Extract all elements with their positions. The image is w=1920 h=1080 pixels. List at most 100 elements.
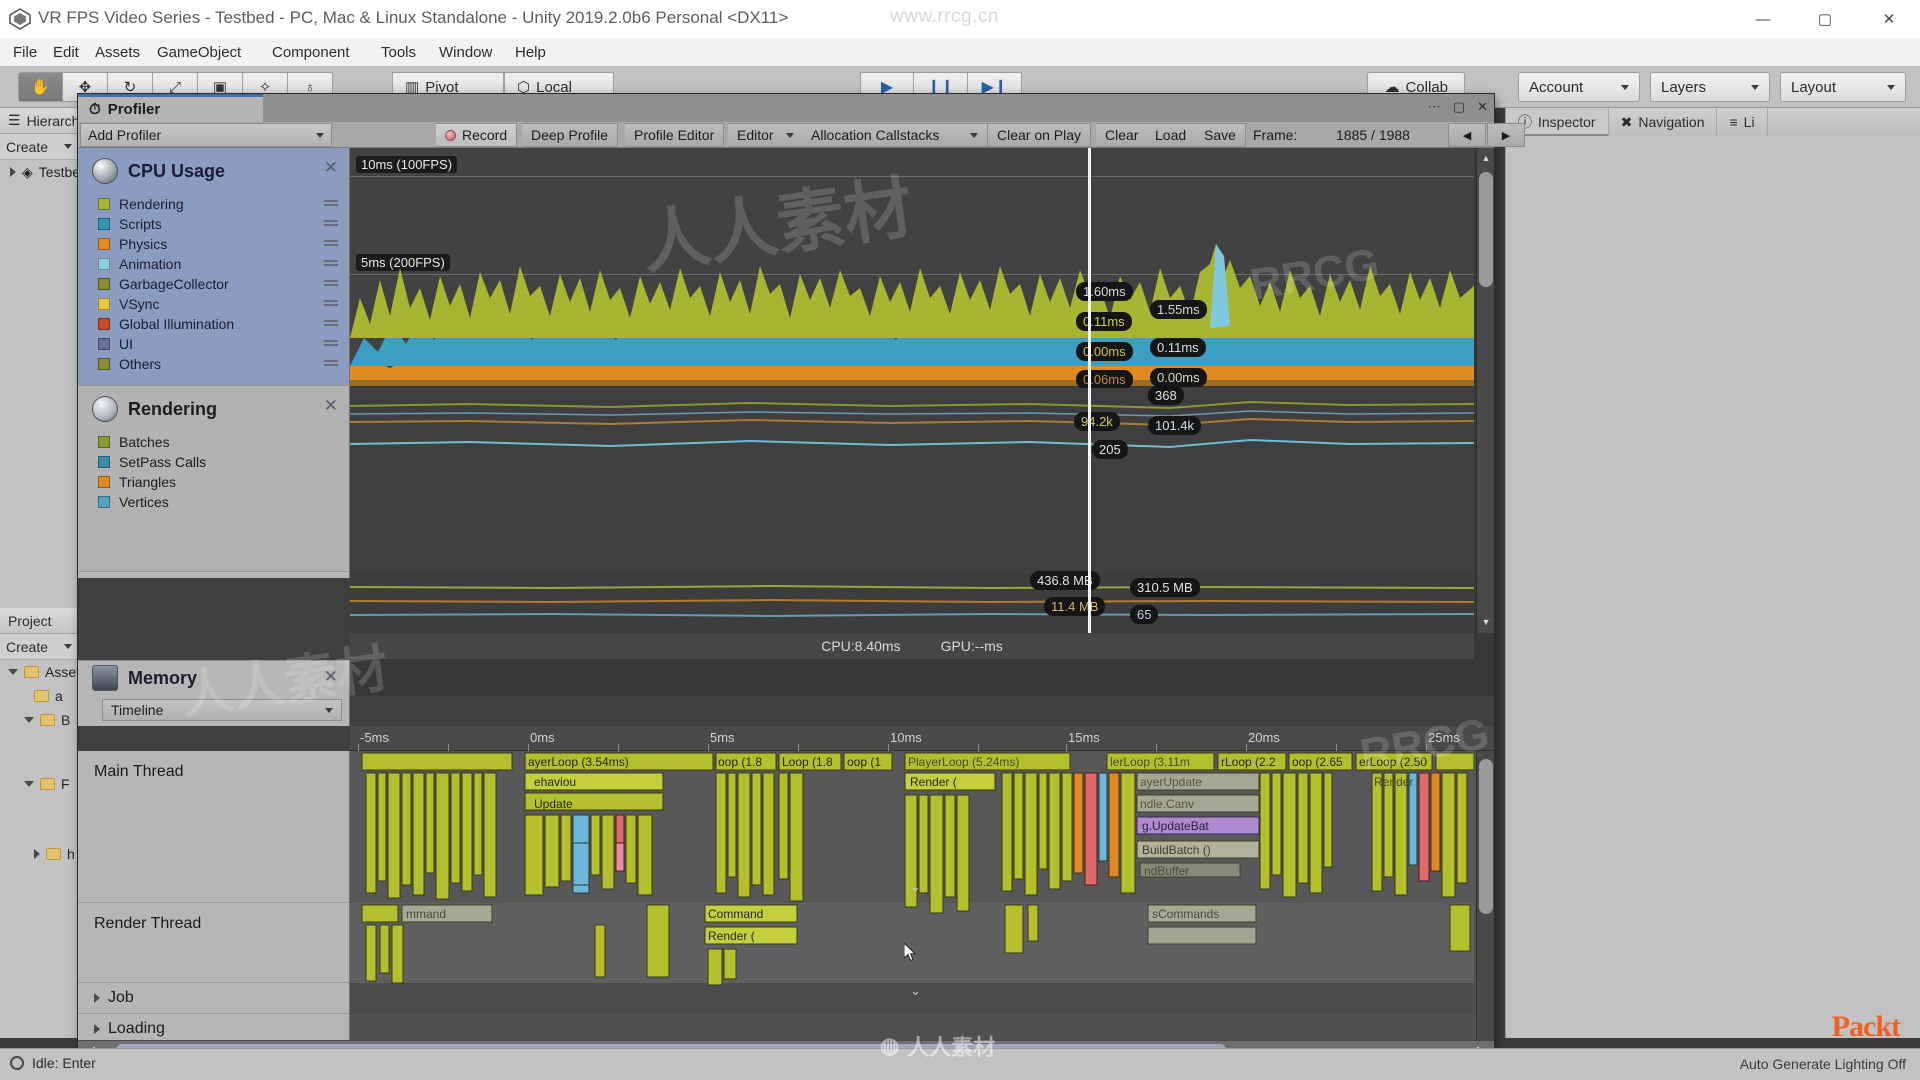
chevron-down-icon[interactable] (24, 717, 34, 723)
allocation-callstacks-dropdown[interactable]: Allocation Callstacks (802, 123, 988, 147)
menu-help[interactable]: Help (508, 42, 553, 63)
thread-label-render-thread[interactable]: Render Thread (78, 903, 349, 983)
chevron-right-icon[interactable] (94, 993, 100, 1003)
swatch-icon (98, 358, 110, 370)
module-memory-close-icon[interactable]: ✕ (324, 667, 338, 687)
module-rendering-close-icon[interactable]: ✕ (324, 396, 338, 416)
add-profiler-dropdown[interactable]: Add Profiler (80, 123, 332, 147)
drag-handle-icon[interactable] (324, 240, 338, 248)
hand-tool-button[interactable]: ✋ (18, 72, 63, 102)
module-memory[interactable]: Memory ✕ Timeline (78, 660, 350, 726)
module-rendering[interactable]: Rendering ✕ Batches SetPass Calls Triang… (78, 386, 349, 572)
scroll-up-icon[interactable]: ▲ (1480, 152, 1492, 164)
timeline-ruler[interactable]: -5ms 0ms 5ms 10ms 15ms 20ms 25ms (350, 726, 1494, 751)
swatch-icon (98, 298, 110, 310)
drag-handle-icon[interactable] (324, 300, 338, 308)
editor-dropdown[interactable]: Editor (728, 123, 804, 147)
layers-dropdown[interactable]: Layers (1650, 72, 1770, 102)
window-minimize-button[interactable]: — (1732, 0, 1794, 38)
drag-handle-icon[interactable] (324, 220, 338, 228)
timeline-scrollbar[interactable]: ▲ ▼ (1476, 751, 1494, 1080)
thread-label-main-thread[interactable]: Main Thread (78, 751, 349, 903)
flame-chart-svg (361, 752, 1474, 986)
sample-label: ndle.Canv (1140, 797, 1195, 811)
rendering-graph[interactable]: 94.2k 205 368 101.4k (350, 386, 1474, 574)
legend-item-garbagecollector[interactable]: GarbageCollector (78, 274, 349, 294)
chevron-down-icon[interactable] (24, 781, 34, 787)
clear-button[interactable]: Clear (1096, 123, 1149, 147)
cpu-usage-graph[interactable]: 10ms (100FPS) 5ms (200FPS) 1.60ms 0.11ms… (350, 148, 1474, 389)
menu-window[interactable]: Window (432, 42, 499, 63)
next-frame-button[interactable]: ▶ (1487, 123, 1525, 147)
menu-gameobject[interactable]: GameObject (150, 42, 248, 63)
tab-navigation[interactable]: ✖ Navigation (1609, 108, 1718, 136)
legend-item-triangles[interactable]: Triangles (78, 472, 349, 492)
close-icon[interactable]: ✕ (1477, 99, 1488, 115)
layout-dropdown[interactable]: Layout (1780, 72, 1906, 102)
load-button[interactable]: Load (1146, 123, 1197, 147)
kebab-menu-icon[interactable]: ⋯ (1428, 99, 1441, 115)
record-button[interactable]: Record (436, 123, 518, 147)
window-close-button[interactable]: ✕ (1858, 0, 1920, 38)
module-cpu-usage[interactable]: CPU Usage ✕ Rendering Scripts Physics An… (78, 148, 349, 386)
swatch-icon (98, 318, 110, 330)
drag-handle-icon[interactable] (324, 280, 338, 288)
drag-handle-icon[interactable] (324, 360, 338, 368)
tab-profiler[interactable]: ⏱ Profiler (78, 94, 263, 122)
account-dropdown[interactable]: Account (1518, 72, 1640, 102)
rendering-tooltip-right-1: 101.4k (1148, 416, 1202, 435)
tab-lighting[interactable]: ≡ Li (1717, 108, 1768, 136)
legend-item-physics[interactable]: Physics (78, 234, 349, 254)
maximize-icon[interactable]: ▢ (1453, 99, 1465, 115)
rendering-tooltip-left-1: 205 (1092, 440, 1128, 459)
graph-scrollbar[interactable]: ▲ ▼ (1476, 148, 1494, 633)
graph-scroll-thumb[interactable] (1479, 172, 1493, 287)
legend-item-batches[interactable]: Batches (78, 432, 349, 452)
menubar: File Edit Assets GameObject Component To… (0, 38, 1920, 66)
legend-item-vertices[interactable]: Vertices (78, 492, 349, 512)
legend-item-scripts[interactable]: Scripts (78, 214, 349, 234)
memory-graph[interactable]: 436.8 MB 11.4 MB 310.5 MB 65 (350, 571, 1474, 633)
sample-label: Loop (1.8 (782, 755, 833, 769)
memory-view-dropdown[interactable]: Timeline (102, 699, 342, 721)
expand-chevron-icon[interactable]: ⌄ (910, 983, 921, 999)
clear-on-play-button[interactable]: Clear on Play (988, 123, 1092, 147)
chevron-right-icon[interactable] (94, 1024, 100, 1034)
legend-label: Rendering (119, 196, 184, 212)
menu-file[interactable]: File (6, 42, 44, 63)
menu-edit[interactable]: Edit (46, 42, 86, 63)
window-maximize-button[interactable]: ▢ (1794, 0, 1856, 38)
drag-handle-icon[interactable] (324, 320, 338, 328)
project-row-label: F (61, 776, 70, 792)
legend-item-rendering[interactable]: Rendering (78, 194, 349, 214)
chevron-right-icon[interactable] (34, 849, 40, 859)
expand-chevron-icon[interactable]: ⌄ (910, 879, 921, 895)
prev-frame-button[interactable]: ◀ (1448, 123, 1486, 147)
timeline-scroll-thumb[interactable] (1479, 759, 1493, 914)
legend-item-vsync[interactable]: VSync (78, 294, 349, 314)
chevron-right-icon[interactable] (10, 167, 16, 177)
legend-item-animation[interactable]: Animation (78, 254, 349, 274)
module-cpu-close-icon[interactable]: ✕ (324, 158, 338, 178)
legend-item-others[interactable]: Others (78, 354, 349, 374)
drag-handle-icon[interactable] (324, 200, 338, 208)
menu-component[interactable]: Component (265, 42, 357, 63)
legend-item-ui[interactable]: UI (78, 334, 349, 354)
project-create-button[interactable]: Create (6, 639, 48, 655)
menu-assets[interactable]: Assets (88, 42, 147, 63)
profile-editor-button[interactable]: Profile Editor (625, 123, 725, 147)
timeline-flame-chart[interactable]: ayerLoop (3.54ms) oop (1.8 Loop (1.8 oop… (350, 751, 1494, 1080)
drag-handle-icon[interactable] (324, 260, 338, 268)
scroll-down-icon[interactable]: ▼ (1480, 616, 1492, 628)
deep-profile-button[interactable]: Deep Profile (522, 123, 619, 147)
legend-item-setpass-calls[interactable]: SetPass Calls (78, 452, 349, 472)
drag-handle-icon[interactable] (324, 340, 338, 348)
chevron-down-icon[interactable] (8, 669, 18, 675)
menu-tools[interactable]: Tools (374, 42, 423, 63)
hierarchy-create-button[interactable]: Create (6, 139, 48, 155)
legend-item-global-illumination[interactable]: Global Illumination (78, 314, 349, 334)
profiler-graph-area[interactable]: 10ms (100FPS) 5ms (200FPS) 1.60ms 0.11ms… (350, 148, 1494, 696)
save-button[interactable]: Save (1195, 123, 1246, 147)
frame-playhead[interactable] (1088, 148, 1091, 633)
thread-label-job[interactable]: Job (78, 983, 349, 1014)
